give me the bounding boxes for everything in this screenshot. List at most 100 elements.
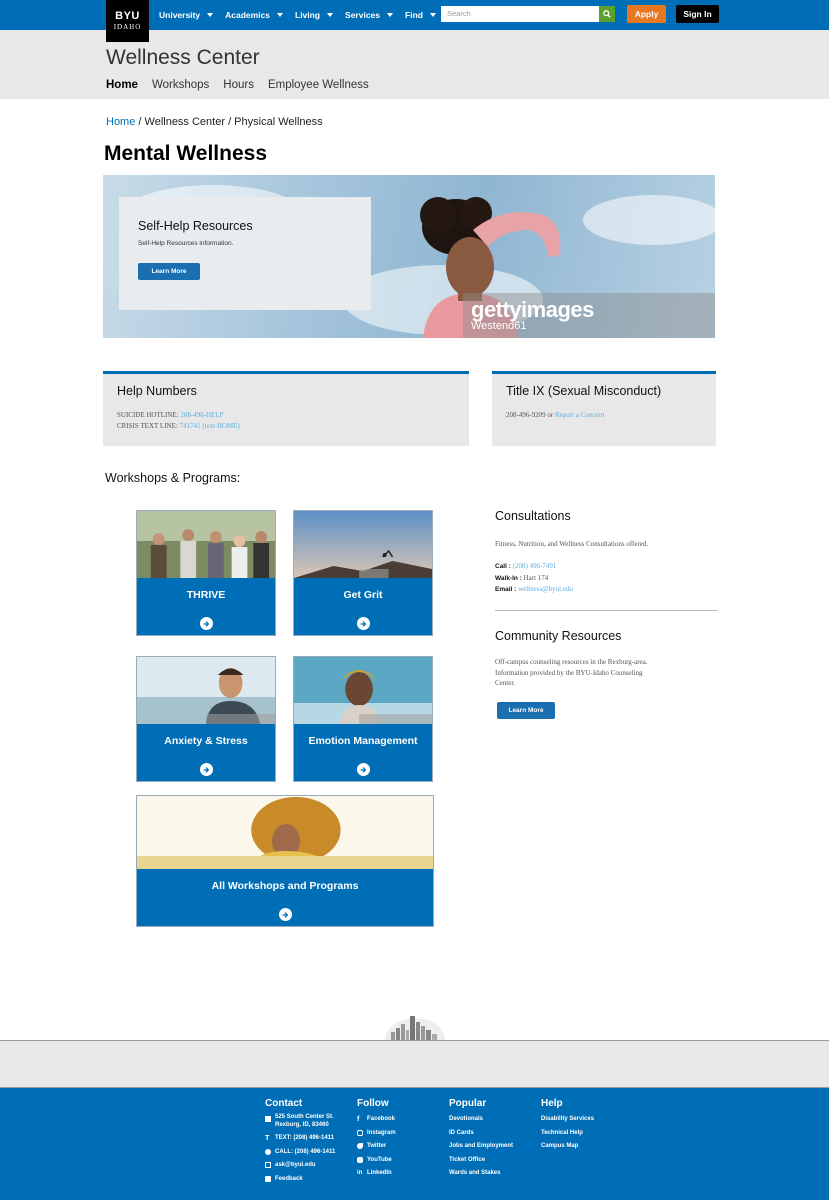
footer-address: 525 South Center St. Rexburg, ID, 83460 bbox=[265, 1113, 335, 1129]
subnav-hours[interactable]: Hours bbox=[223, 79, 254, 91]
tile-get-grit-label: Get Grit bbox=[343, 589, 383, 601]
crisis-text-link[interactable]: 741741 (text HOME) bbox=[180, 422, 240, 430]
footer-help-title: Help bbox=[541, 1098, 563, 1109]
subnav-workshops[interactable]: Workshops bbox=[152, 79, 209, 91]
arrow-right-icon[interactable] bbox=[199, 617, 213, 630]
page-title: Mental Wellness bbox=[104, 142, 267, 165]
subnav-employee-wellness[interactable]: Employee Wellness bbox=[268, 79, 369, 91]
search-button[interactable] bbox=[599, 6, 615, 22]
comment-icon bbox=[265, 1175, 271, 1182]
hero-learn-more-button[interactable]: Learn More bbox=[138, 263, 200, 280]
building-icon bbox=[265, 1116, 271, 1122]
emotion-management-image bbox=[294, 657, 432, 724]
footer-email[interactable]: ask@byui.edu bbox=[265, 1159, 335, 1173]
footer-youtube[interactable]: YouTube bbox=[357, 1154, 396, 1168]
tile-thrive-label: THRIVE bbox=[186, 589, 226, 601]
footer: Contact 525 South Center St. Rexburg, ID,… bbox=[0, 1088, 829, 1200]
apply-button[interactable]: Apply bbox=[627, 5, 666, 23]
community-text-2: Information provided by the BYU-Idaho Co… bbox=[495, 668, 643, 677]
footer-facebook-label: Facebook bbox=[367, 1116, 396, 1122]
footer-call[interactable]: CALL: (208) 496-1411 bbox=[265, 1146, 335, 1160]
call-link[interactable]: (208) 496-7491 bbox=[513, 562, 557, 570]
divider bbox=[495, 610, 718, 611]
footer-ticket-office[interactable]: Ticket Office bbox=[449, 1154, 513, 1168]
tile-anxiety-stress[interactable]: Anxiety & Stress bbox=[136, 656, 276, 782]
title-ix-box: Title IX (Sexual Misconduct) 208-496-920… bbox=[492, 371, 716, 446]
footer-feedback[interactable]: Feedback bbox=[265, 1173, 335, 1187]
nav-services[interactable]: Services bbox=[345, 10, 394, 20]
arrow-right-icon[interactable] bbox=[199, 763, 213, 776]
subnav-home[interactable]: Home bbox=[106, 79, 138, 91]
footer-address-line-2: Rexburg, ID, 83460 bbox=[275, 1122, 329, 1128]
sub-nav: Home Workshops Hours Employee Wellness bbox=[106, 79, 383, 91]
chevron-down-icon bbox=[277, 13, 283, 17]
title-ix-lines: 208-496-9209 or Report a Concern bbox=[506, 410, 604, 421]
logo-line-2: IDAHO bbox=[113, 23, 142, 31]
community-learn-more-button[interactable]: Learn More bbox=[497, 702, 555, 719]
site-title[interactable]: Wellness Center bbox=[106, 46, 260, 70]
consultations-text: Fitness, Nutrition, and Wellness Consult… bbox=[495, 540, 649, 548]
footer-linkedin-label: LinkedIn bbox=[367, 1170, 392, 1176]
footer-follow-title: Follow bbox=[357, 1098, 389, 1109]
nav-academics[interactable]: Academics bbox=[225, 10, 283, 20]
consultations-title: Consultations bbox=[495, 509, 571, 523]
getty-watermark: gettyimages Westend61 bbox=[463, 293, 715, 338]
report-concern-link[interactable]: Report a Concern bbox=[555, 411, 604, 419]
chevron-down-icon bbox=[207, 13, 214, 17]
walkin-label: Walk-In : bbox=[495, 574, 522, 582]
footer-youtube-label: YouTube bbox=[367, 1156, 392, 1163]
sign-in-button[interactable]: Sign In bbox=[676, 5, 719, 23]
footer-help: Help Disability Services Technical Help … bbox=[541, 1098, 594, 1154]
email-link[interactable]: wellness@byui.edu bbox=[518, 585, 573, 593]
footer-instagram[interactable]: Instagram bbox=[357, 1127, 396, 1141]
workshops-section-title: Workshops & Programs: bbox=[105, 471, 241, 485]
chevron-down-icon bbox=[387, 13, 394, 17]
tile-thrive[interactable]: THRIVE bbox=[136, 510, 276, 636]
search-input[interactable]: Search bbox=[441, 6, 599, 22]
byu-idaho-logo[interactable]: BYU IDAHO bbox=[106, 0, 149, 42]
facebook-icon: f bbox=[357, 1116, 360, 1123]
email-label: Email : bbox=[495, 586, 517, 593]
footer-technical-help[interactable]: Technical Help bbox=[541, 1127, 594, 1141]
community-text: Off-campus counseling resources in the R… bbox=[495, 657, 648, 689]
nav-university[interactable]: University bbox=[159, 10, 214, 20]
footer-twitter[interactable]: Twitter bbox=[357, 1140, 396, 1154]
tile-get-grit[interactable]: Get Grit bbox=[293, 510, 433, 636]
tile-emotion-management-label: Emotion Management bbox=[308, 735, 418, 747]
footer-contact: Contact 525 South Center St. Rexburg, ID,… bbox=[265, 1098, 335, 1186]
footer-jobs[interactable]: Jobs and Employment bbox=[449, 1140, 513, 1154]
hero-title: Self-Help Resources bbox=[138, 219, 253, 233]
hero-text: Self-Help Resources information. bbox=[138, 240, 234, 247]
twitter-icon bbox=[357, 1143, 363, 1149]
suicide-hotline-link[interactable]: 208-496-HELP bbox=[180, 411, 223, 419]
suicide-hotline-label: SUICIDE HOTLINE: bbox=[117, 411, 179, 419]
youtube-icon bbox=[357, 1156, 363, 1163]
arrow-right-icon[interactable] bbox=[278, 908, 292, 921]
chevron-down-icon bbox=[429, 13, 436, 17]
footer-facebook[interactable]: f Facebook bbox=[357, 1113, 396, 1127]
footer-text[interactable]: T TEXT: (208) 496-1411 bbox=[265, 1132, 335, 1146]
envelope-icon bbox=[265, 1162, 271, 1168]
footer-popular: Popular Devotionals ID Cards Jobs and Em… bbox=[449, 1098, 513, 1181]
tile-emotion-management[interactable]: Emotion Management bbox=[293, 656, 433, 782]
phone-icon bbox=[265, 1148, 271, 1155]
tile-anxiety-stress-label: Anxiety & Stress bbox=[164, 735, 248, 747]
consultations-details: Call : (208) 496-7491 Walk-In : Hart 174… bbox=[495, 561, 573, 596]
footer-disability-services[interactable]: Disability Services bbox=[541, 1113, 594, 1127]
footer-campus-map[interactable]: Campus Map bbox=[541, 1140, 594, 1154]
breadcrumb-home[interactable]: Home bbox=[106, 116, 135, 128]
arrow-right-icon[interactable] bbox=[356, 617, 370, 630]
chevron-down-icon bbox=[327, 13, 334, 17]
tile-all-workshops[interactable]: All Workshops and Programs bbox=[136, 795, 434, 927]
footer-address-line-1: 525 South Center St. bbox=[275, 1114, 334, 1120]
footer-wards-stakes[interactable]: Wards and Stakes bbox=[449, 1167, 513, 1181]
nav-living[interactable]: Living bbox=[295, 10, 334, 20]
footer-id-cards[interactable]: ID Cards bbox=[449, 1127, 513, 1141]
arrow-right-icon[interactable] bbox=[356, 763, 370, 776]
footer-grey-band bbox=[0, 1040, 829, 1088]
footer-linkedin[interactable]: in LinkedIn bbox=[357, 1167, 396, 1181]
footer-devotionals[interactable]: Devotionals bbox=[449, 1113, 513, 1127]
nav-find[interactable]: Find bbox=[405, 10, 436, 20]
title-ix-phone: 208-496-9209 or bbox=[506, 411, 555, 419]
footer-twitter-label: Twitter bbox=[367, 1143, 387, 1149]
